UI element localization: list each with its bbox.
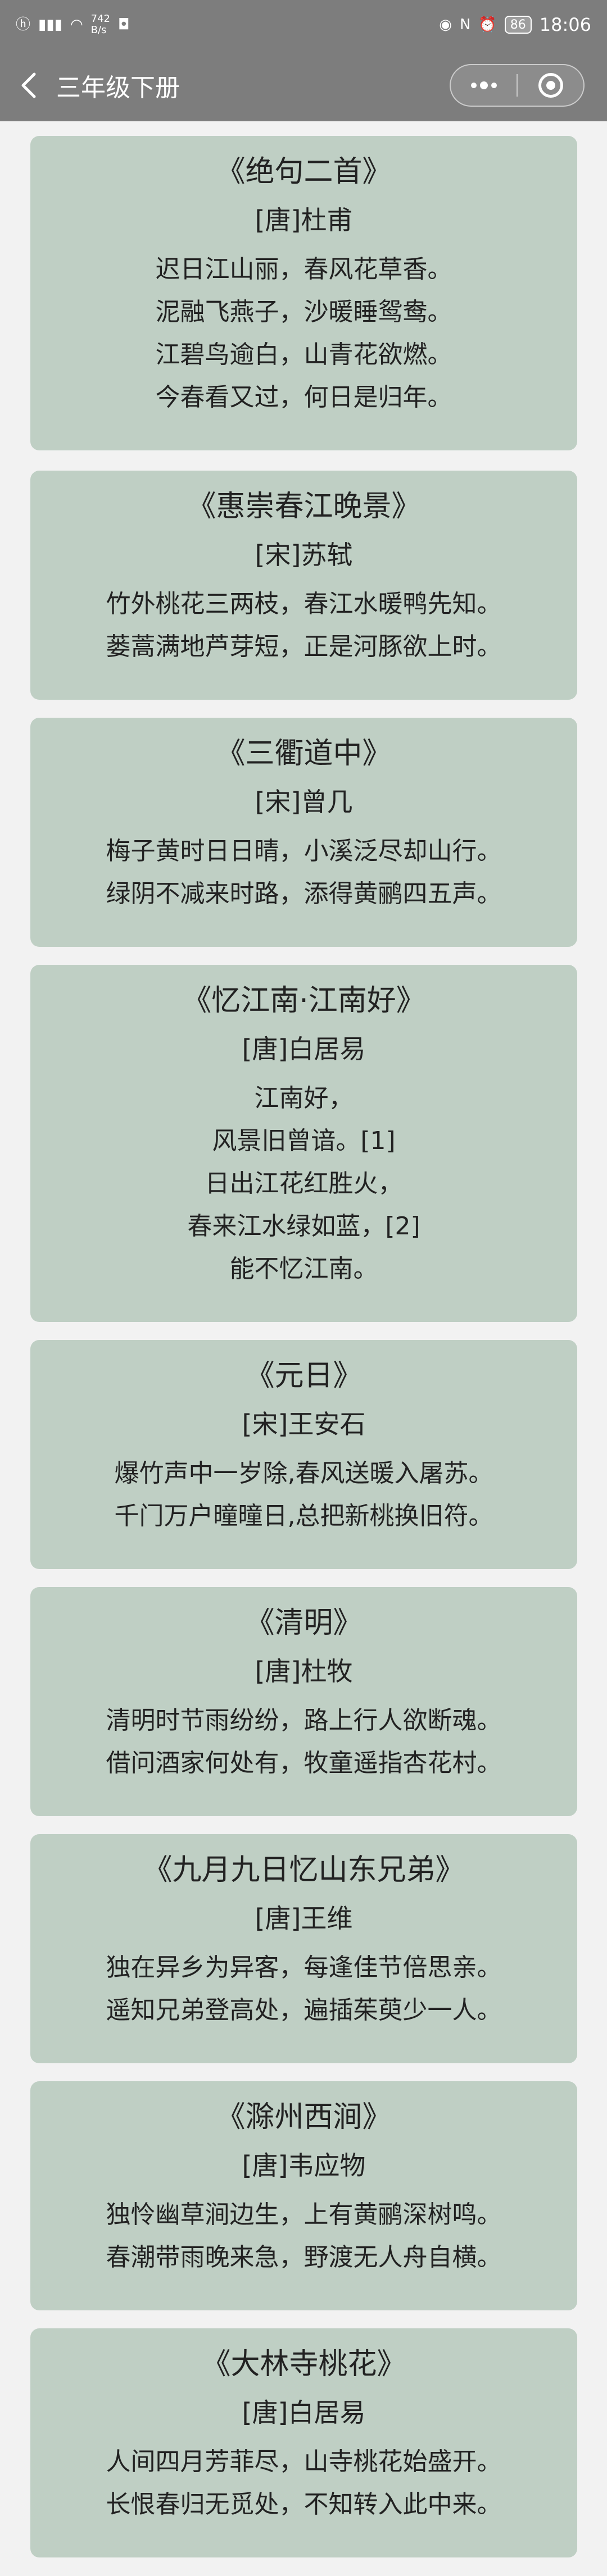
poem-card: 《忆江南·江南好》 [唐]白居易 江南好， 风景旧曾谙。[1] 日出江花红胜火，… <box>30 965 577 1322</box>
miniprogram-capsule <box>450 64 585 107</box>
poem-line: 风景旧曾谙。[1] <box>212 1127 396 1155</box>
poem-line: 人间四月芳菲尽，山寺桃花始盛开。 <box>106 2447 502 2476</box>
network-speed-unit: B/s <box>90 24 107 36</box>
eye-icon: ◉ <box>439 16 452 33</box>
poem-line: 独在异乡为异客，每逢佳节倍思亲。 <box>106 1953 502 1982</box>
poem-line: 清明时节雨纷纷，路上行人欲断魂。 <box>106 1706 502 1735</box>
navigation-bar: 三年级下册 <box>0 49 607 121</box>
poem-line: 日出江花红胜火， <box>205 1169 403 1198</box>
poem-author: [宋]苏轼 <box>255 540 353 570</box>
poem-title: 《忆江南·江南好》 <box>182 984 425 1018</box>
poem-title: 《惠崇春江晚景》 <box>187 490 421 523</box>
network-speed: 742 B/s <box>91 13 110 36</box>
poem-card: 《三衢道中》 [宋]曾几 梅子黄时日日晴，小溪泛尽却山行。 绿阴不减来时路，添得… <box>30 718 577 947</box>
poem-title: 《九月九日忆山东兄弟》 <box>143 1853 465 1887</box>
wifi-icon: ◠ <box>70 16 83 33</box>
poem-line: 春潮带雨晚来急，野渡无人舟自横。 <box>106 2243 502 2272</box>
poem-author: [唐]杜牧 <box>255 1656 353 1686</box>
poem-line: 江南好， <box>254 1084 354 1113</box>
status-bar: ⓗ ▮▮▮ ◠ 742 B/s ◘ ◉ N ⏰ 86 18:06 <box>0 0 607 49</box>
alarm-icon: ⏰ <box>478 16 497 33</box>
poem-line: 泥融飞燕子，沙暖睡鸳鸯。 <box>155 298 452 326</box>
poem-line: 迟日江山丽，春风花草香。 <box>155 255 452 284</box>
close-miniprogram-button[interactable] <box>518 65 583 106</box>
more-dots-icon <box>470 81 497 89</box>
clock: 18:06 <box>539 14 591 35</box>
more-button[interactable] <box>451 65 517 106</box>
poem-card: 《滁州西涧》 [唐]韦应物 独怜幽草涧边生，上有黄鹂深树鸣。 春潮带雨晚来急，野… <box>30 2081 577 2310</box>
poem-card: 《大林寺桃花》 [唐]白居易 人间四月芳菲尽，山寺桃花始盛开。 长恨春归无觅处，… <box>30 2328 577 2557</box>
poem-card: 《绝句二首》 [唐]杜甫 迟日江山丽，春风花草香。 泥融飞燕子，沙暖睡鸳鸯。 江… <box>30 136 577 450</box>
poem-author: [唐]杜甫 <box>255 205 353 235</box>
poem-card: 《惠崇春江晚景》 [宋]苏轼 竹外桃花三两枝，春江水暖鸭先知。 蒌蒿满地芦芽短，… <box>30 471 577 700</box>
poem-line: 千门万户曈曈日,总把新桃换旧符。 <box>114 1502 493 1530</box>
poem-line: 蒌蒿满地芦芽短，正是河豚欲上时。 <box>106 632 502 661</box>
poem-card: 《元日》 [宋]王安石 爆竹声中一岁除,春风送暖入屠苏。 千门万户曈曈日,总把新… <box>30 1340 577 1569</box>
poem-title: 《元日》 <box>245 1359 363 1393</box>
poem-author: [唐]韦应物 <box>242 2150 366 2181</box>
poem-line: 春来江水绿如蓝，[2] <box>187 1212 420 1241</box>
close-circle-icon <box>538 73 563 98</box>
signal-icon: ▮▮▮ <box>38 16 62 33</box>
hd-icon: ⓗ <box>16 16 31 33</box>
poem-author: [唐]王维 <box>255 1903 353 1934</box>
poem-line: 遥知兄弟登高处，遍插茱萸少一人。 <box>106 1996 502 2025</box>
app-notification-icon: ◘ <box>118 16 130 33</box>
poem-line: 今春看又过，何日是归年。 <box>155 383 452 412</box>
poem-title: 《三衢道中》 <box>216 737 392 770</box>
network-speed-value: 742 <box>90 13 110 25</box>
poem-title: 《绝句二首》 <box>216 155 392 189</box>
poem-author: [唐]白居易 <box>242 2397 366 2428</box>
poem-line: 借问酒家何处有，牧童遥指杏花村。 <box>106 1749 502 1777</box>
poem-title: 《滁州西涧》 <box>216 2100 392 2134</box>
poem-line: 能不忆江南。 <box>229 1255 378 1283</box>
poem-card: 《九月九日忆山东兄弟》 [唐]王维 独在异乡为异客，每逢佳节倍思亲。 遥知兄弟登… <box>30 1834 577 2063</box>
nfc-icon: N <box>459 16 471 33</box>
poem-author: [宋]曾几 <box>255 787 353 817</box>
chevron-left-icon <box>21 72 36 98</box>
poem-line: 独怜幽草涧边生，上有黄鹂深树鸣。 <box>106 2200 502 2229</box>
back-button[interactable] <box>0 49 56 121</box>
poem-card: 《清明》 [唐]杜牧 清明时节雨纷纷，路上行人欲断魂。 借问酒家何处有，牧童遥指… <box>30 1587 577 1816</box>
status-left: ⓗ ▮▮▮ ◠ 742 B/s ◘ <box>16 13 130 36</box>
poem-author: [宋]王安石 <box>242 1409 366 1439</box>
poem-title: 《大林寺桃花》 <box>201 2347 406 2381</box>
poem-title: 《清明》 <box>245 1606 363 1640</box>
poem-author: [唐]白居易 <box>242 1034 366 1064</box>
poem-line: 长恨春归无觅处，不知转入此中来。 <box>106 2490 502 2519</box>
poem-line: 竹外桃花三两枝，春江水暖鸭先知。 <box>106 590 502 618</box>
status-right: ◉ N ⏰ 86 18:06 <box>439 14 591 35</box>
poem-line: 梅子黄时日日晴，小溪泛尽却山行。 <box>106 837 502 865</box>
battery-indicator: 86 <box>504 16 532 34</box>
poem-line: 绿阴不减来时路，添得黄鹂四五声。 <box>106 879 502 908</box>
poem-line: 爆竹声中一岁除,春风送暖入屠苏。 <box>114 1459 493 1488</box>
page-title: 三年级下册 <box>56 74 180 102</box>
poem-line: 江碧鸟逾白，山青花欲燃。 <box>155 340 452 369</box>
